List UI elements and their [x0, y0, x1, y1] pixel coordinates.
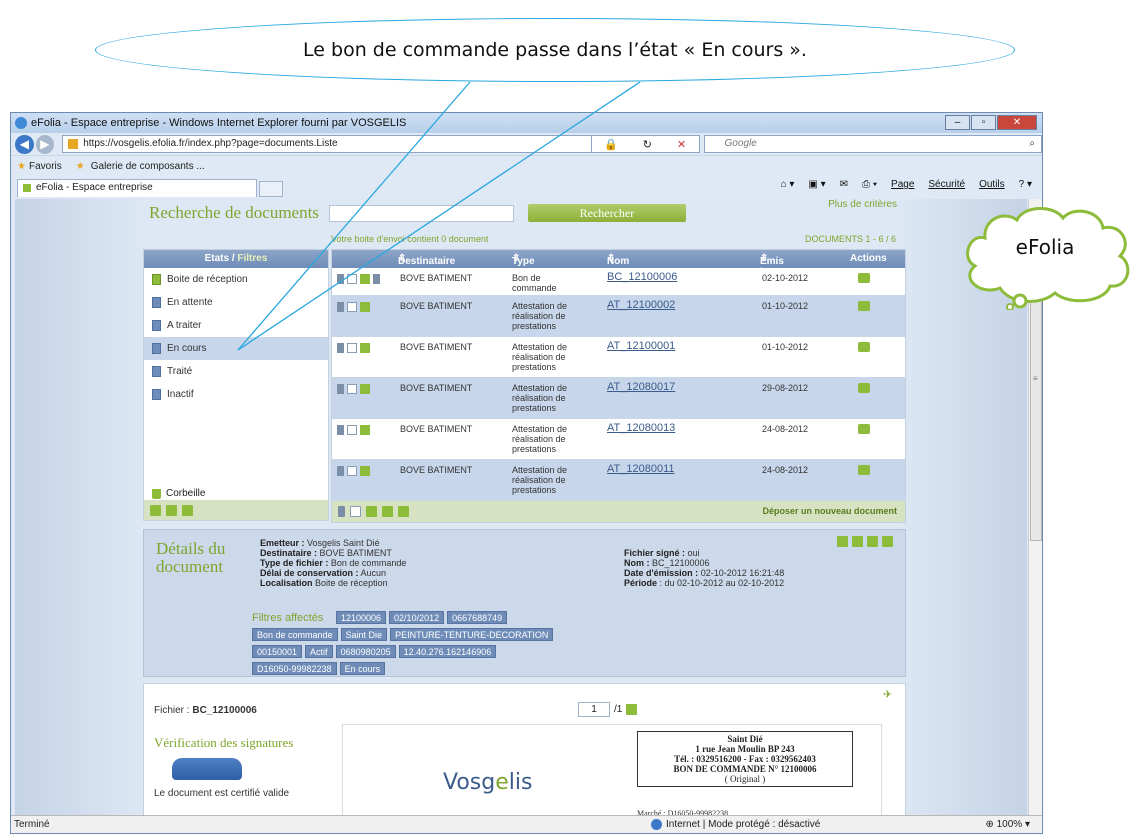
- callout-pointers: [237, 81, 641, 351]
- callout-bubble: Le bon de commande passe dans l’état « E…: [95, 18, 1015, 82]
- callout-text: Le bon de commande passe dans l’état « E…: [303, 39, 807, 61]
- cloud-label: eFolia: [1015, 235, 1075, 259]
